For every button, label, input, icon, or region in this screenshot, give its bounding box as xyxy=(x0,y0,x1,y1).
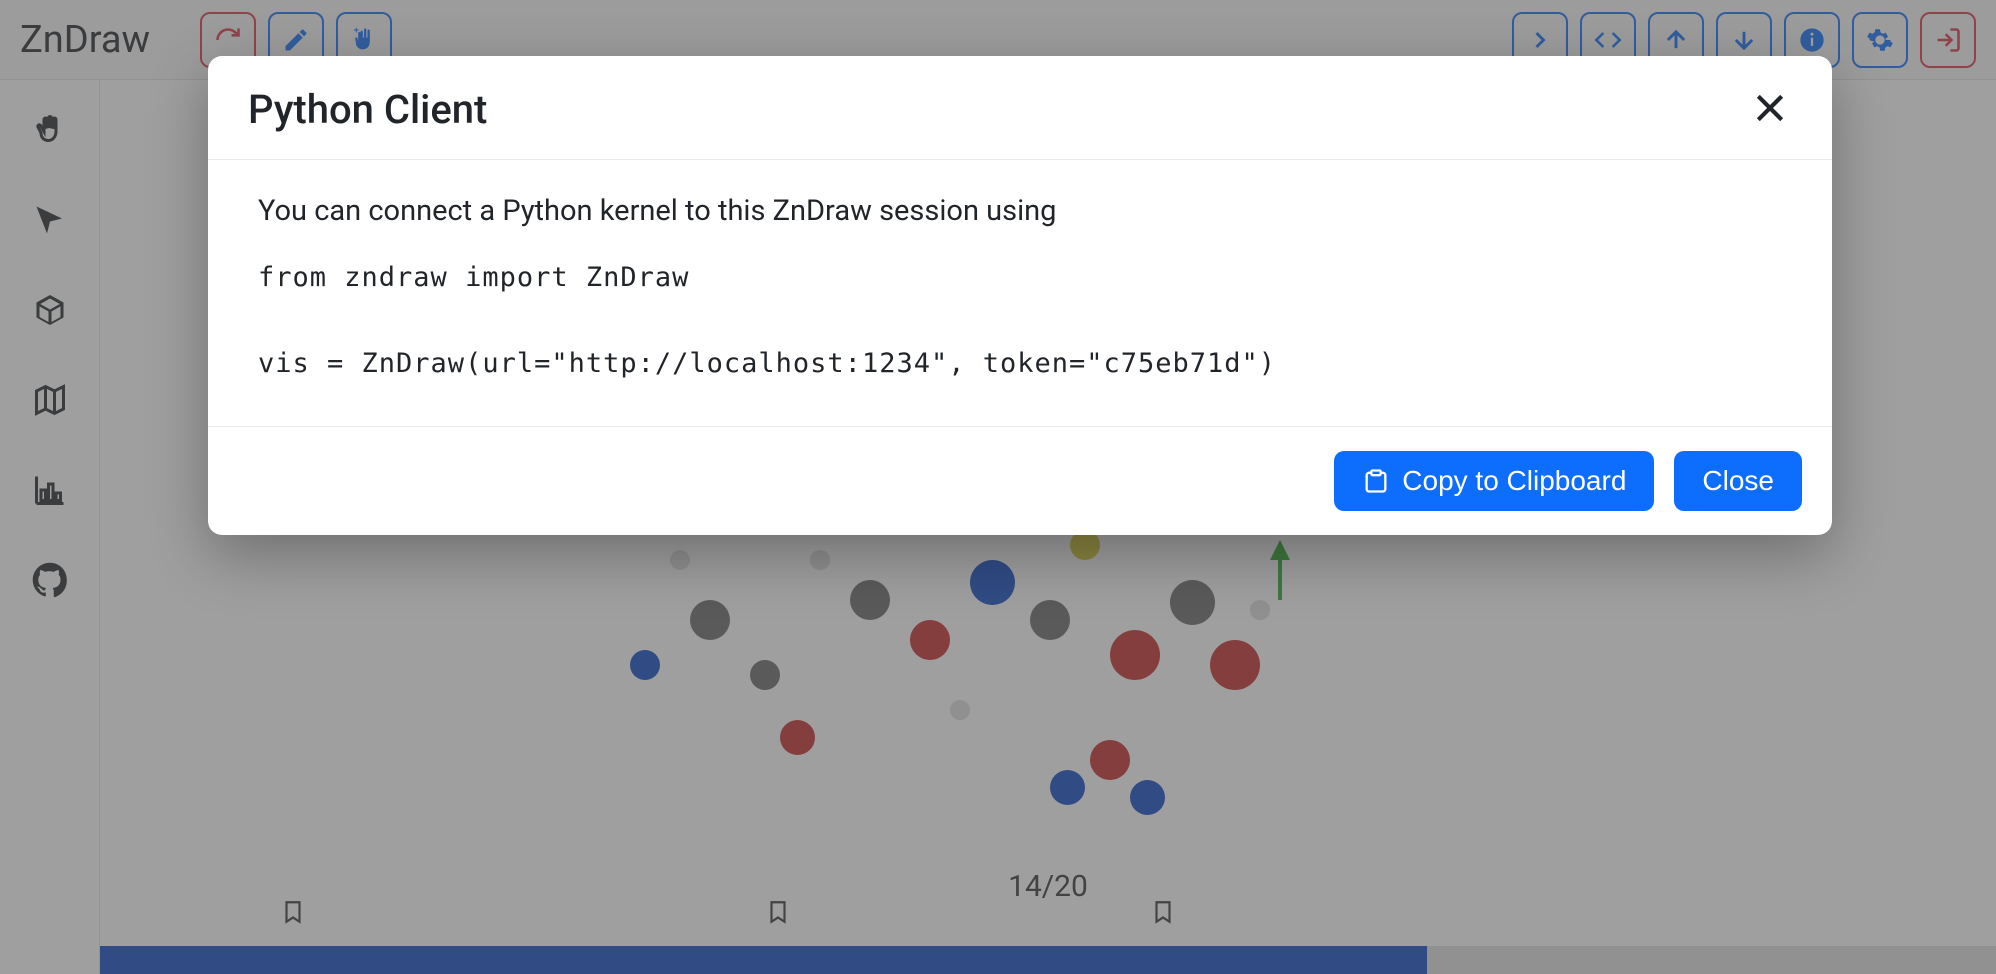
close-button[interactable]: Close xyxy=(1674,451,1802,511)
modal-description: You can connect a Python kernel to this … xyxy=(258,194,1782,228)
clipboard-icon xyxy=(1362,467,1390,495)
close-button-label: Close xyxy=(1702,465,1774,497)
modal-header: Python Client xyxy=(208,56,1832,160)
modal-title: Python Client xyxy=(248,86,487,133)
modal-footer: Copy to Clipboard Close xyxy=(208,426,1832,535)
python-client-modal: Python Client You can connect a Python k… xyxy=(208,56,1832,535)
close-icon xyxy=(1750,88,1790,128)
modal-close-button[interactable] xyxy=(1748,88,1792,132)
copy-clipboard-button[interactable]: Copy to Clipboard xyxy=(1334,451,1654,511)
copy-clipboard-label: Copy to Clipboard xyxy=(1402,465,1626,497)
code-snippet: from zndraw import ZnDraw vis = ZnDraw(u… xyxy=(258,256,1782,386)
modal-body: You can connect a Python kernel to this … xyxy=(208,160,1832,426)
